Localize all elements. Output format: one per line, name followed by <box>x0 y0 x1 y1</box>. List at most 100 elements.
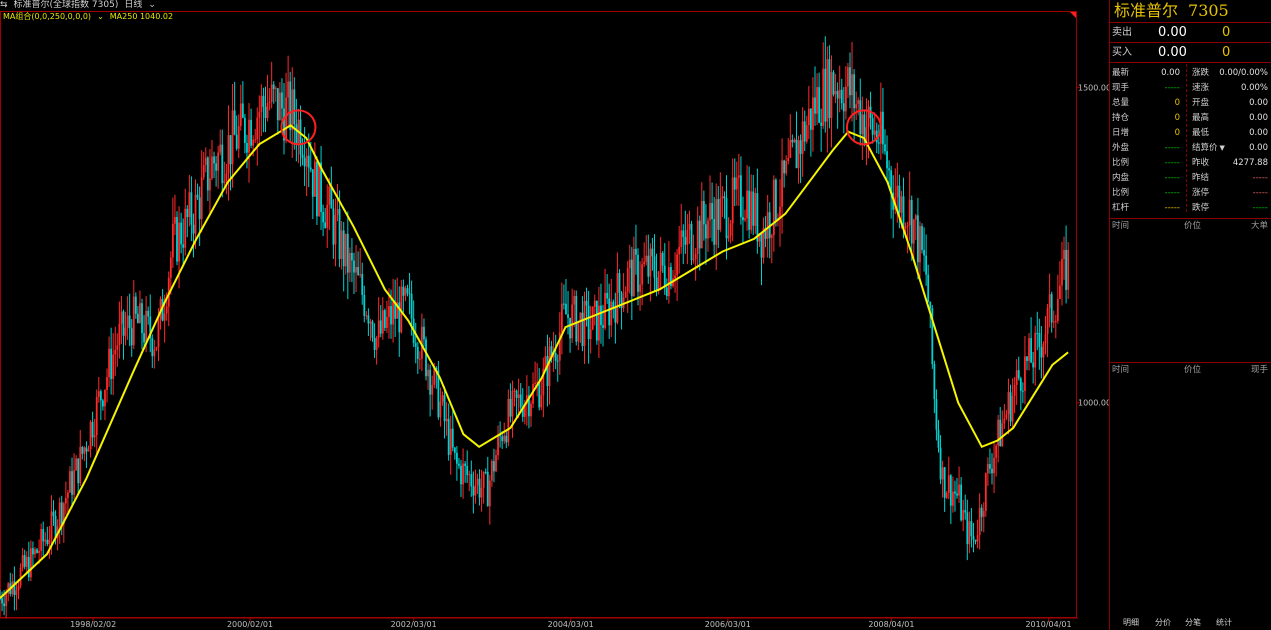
candle-body <box>77 458 80 484</box>
candle-body <box>169 257 172 278</box>
quote-value: 0.00 <box>1249 113 1268 123</box>
candle-body <box>824 68 827 122</box>
candle-body <box>991 468 993 474</box>
candle-body <box>982 510 985 517</box>
candle-body <box>884 144 886 152</box>
switch-icon[interactable]: ⇆ <box>0 0 8 10</box>
candle-body <box>1032 362 1035 368</box>
candle-body <box>141 303 143 334</box>
col-time: 时间 <box>1112 221 1130 231</box>
candle-body <box>287 81 290 98</box>
quote-row: 外盘 ----- 结算价 ▼ 0.00 <box>1110 141 1271 156</box>
candle-body <box>89 421 92 450</box>
candle-body <box>690 223 693 261</box>
candle-body <box>729 223 732 236</box>
candle-body <box>1052 321 1055 323</box>
ma250-line <box>0 124 1069 599</box>
candle-body <box>1040 347 1043 358</box>
buy-price: 0.00 <box>1158 45 1187 60</box>
tick-list[interactable] <box>1110 234 1271 362</box>
candle-body <box>248 119 250 153</box>
candle-body <box>589 329 592 340</box>
buy-row[interactable]: 买入 0.00 0 <box>1110 43 1271 63</box>
candle-body <box>120 311 123 324</box>
candle-body <box>770 235 773 238</box>
candle-body <box>402 286 405 296</box>
quote-value: ----- <box>1164 83 1180 93</box>
candle-body <box>268 101 271 104</box>
candle-body <box>847 67 849 87</box>
candle-body <box>223 180 226 184</box>
quote-row: 比例 ----- 昨收 4277.88 <box>1110 156 1271 171</box>
candle-body <box>571 304 574 339</box>
tab-ticks[interactable]: 分笔 <box>1185 616 1201 630</box>
candle-body <box>371 321 374 338</box>
candle-body <box>130 328 133 346</box>
candle-body <box>48 539 51 544</box>
candle-body <box>861 114 864 135</box>
tab-stats[interactable]: 统计 <box>1216 616 1232 630</box>
candle-body <box>554 352 557 361</box>
candle-body <box>818 87 821 123</box>
tab-detail[interactable]: 明细 <box>1123 616 1139 630</box>
candle-body <box>227 135 230 174</box>
quote-label: 比例 <box>1112 188 1130 198</box>
price-chart[interactable]: 1998/02/02 2000/02/01 2002/03/01 2004/03/01… <box>0 0 1109 630</box>
candle-body <box>344 233 347 267</box>
candle-body <box>731 177 734 224</box>
candle-body <box>204 157 207 166</box>
quote-label: 现手 <box>1112 83 1130 93</box>
candle-body <box>1005 414 1008 419</box>
candle-body <box>809 108 812 130</box>
ma250-value: MA250 1040.02 <box>109 12 174 21</box>
sell-row[interactable]: 卖出 0.00 0 <box>1110 23 1271 43</box>
chevron-down-icon: ⌄ <box>97 12 104 21</box>
candle-body <box>898 185 901 213</box>
candle-body <box>814 97 816 114</box>
quote-grid: 最新 0.00 涨跌 0.00/0.00% 现手 ----- 速涨 0.00% 总量 0 开盘 0… <box>1110 63 1271 216</box>
candle-body <box>659 252 662 272</box>
candle-body <box>71 471 73 495</box>
candle-body <box>569 317 571 339</box>
candle-body <box>630 259 633 297</box>
candle-body <box>328 186 331 205</box>
candle-body <box>840 89 843 104</box>
candle-body <box>834 90 837 95</box>
settle-price-selector[interactable]: 结算价 ▼ <box>1192 141 1225 156</box>
candle-body <box>600 305 602 326</box>
tab-price-dist[interactable]: 分价 <box>1155 616 1171 630</box>
candle-body <box>795 139 798 169</box>
candle-body <box>1001 423 1004 446</box>
x-tick-label: 2008/04/01 <box>868 620 914 629</box>
candle-body <box>464 463 467 466</box>
candle-body <box>1056 298 1059 321</box>
candle-body <box>206 157 209 191</box>
candle-body <box>145 310 148 343</box>
candle-body <box>567 314 569 318</box>
candle-body <box>17 585 20 591</box>
chart-title-bar: ⇆ 标准普尔(全球指数 7305) 日线 ⌄ <box>0 0 1078 11</box>
candle-body <box>482 471 485 488</box>
candle-body <box>336 209 339 215</box>
trade-list[interactable] <box>1110 378 1271 598</box>
quote-row: 现手 ----- 速涨 0.00% <box>1110 81 1271 96</box>
candle-body <box>746 190 748 219</box>
candle-body <box>503 435 506 442</box>
candle-body <box>682 230 685 237</box>
candle-body <box>632 248 635 297</box>
candle-body <box>163 313 166 321</box>
candle-body <box>458 463 460 466</box>
candle-body <box>25 556 28 567</box>
candle-body <box>1013 384 1016 396</box>
candle-body <box>260 95 263 113</box>
period-selector[interactable]: 日线 ⌄ <box>124 0 162 10</box>
sell-price: 0.00 <box>1158 25 1187 40</box>
candle-body <box>606 292 609 299</box>
candle-body <box>116 345 119 350</box>
ma-legend[interactable]: MA组合(0,0,250,0,0,0) ⌄ MA250 1040.02 <box>3 12 179 22</box>
candle-body <box>871 118 874 135</box>
candle-body <box>509 399 512 417</box>
candle-body <box>968 521 971 545</box>
candle-body <box>1011 395 1014 422</box>
candle-body <box>657 271 660 290</box>
